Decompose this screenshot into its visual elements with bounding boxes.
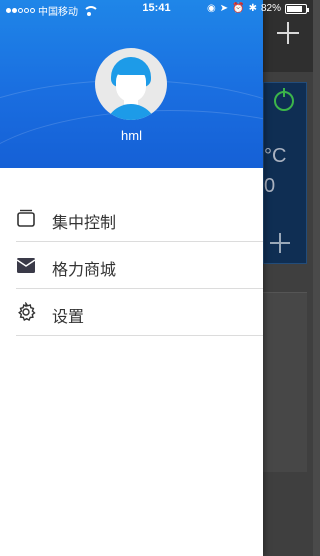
navigation-drawer: hml 集中控制 格力商城 设置: [0, 0, 263, 556]
background-panel: [263, 292, 307, 472]
menu-item-control[interactable]: 集中控制: [0, 195, 263, 242]
alarm-icon: ⏰: [232, 3, 245, 14]
menu-item-settings[interactable]: 设置: [0, 289, 263, 336]
avatar[interactable]: [95, 48, 167, 120]
battery-percent: 82%: [260, 3, 281, 14]
menu-item-label: 集中控制: [52, 213, 117, 232]
orientation-lock-icon: ◉: [207, 3, 216, 14]
avatar-body: [105, 104, 157, 120]
temperature-unit: °C: [264, 145, 287, 167]
temperature-value: 0: [264, 175, 276, 197]
power-icon[interactable]: [274, 88, 294, 111]
divider: [16, 335, 263, 336]
drawer-header: hml: [0, 0, 263, 168]
location-icon: ➤: [219, 3, 229, 14]
device-control-icon: [17, 209, 35, 227]
gear-icon: [18, 302, 36, 321]
battery-icon: [285, 3, 309, 14]
add-device-icon[interactable]: [277, 22, 299, 44]
menu-item-shop[interactable]: 格力商城: [0, 242, 263, 289]
device-card[interactable]: °C 0: [263, 82, 307, 264]
card-add-icon[interactable]: [270, 233, 290, 253]
username[interactable]: hml: [0, 128, 263, 143]
drawer-menu: 集中控制 格力商城 设置: [0, 195, 263, 336]
status-bar: 中国移动 15:41 ◉ ➤ ⏰ ✱ 82%: [0, 0, 313, 18]
bluetooth-icon: ✱: [248, 3, 257, 14]
shop-icon: [16, 258, 36, 273]
menu-item-label: 设置: [52, 307, 85, 326]
menu-item-label: 格力商城: [52, 260, 117, 279]
